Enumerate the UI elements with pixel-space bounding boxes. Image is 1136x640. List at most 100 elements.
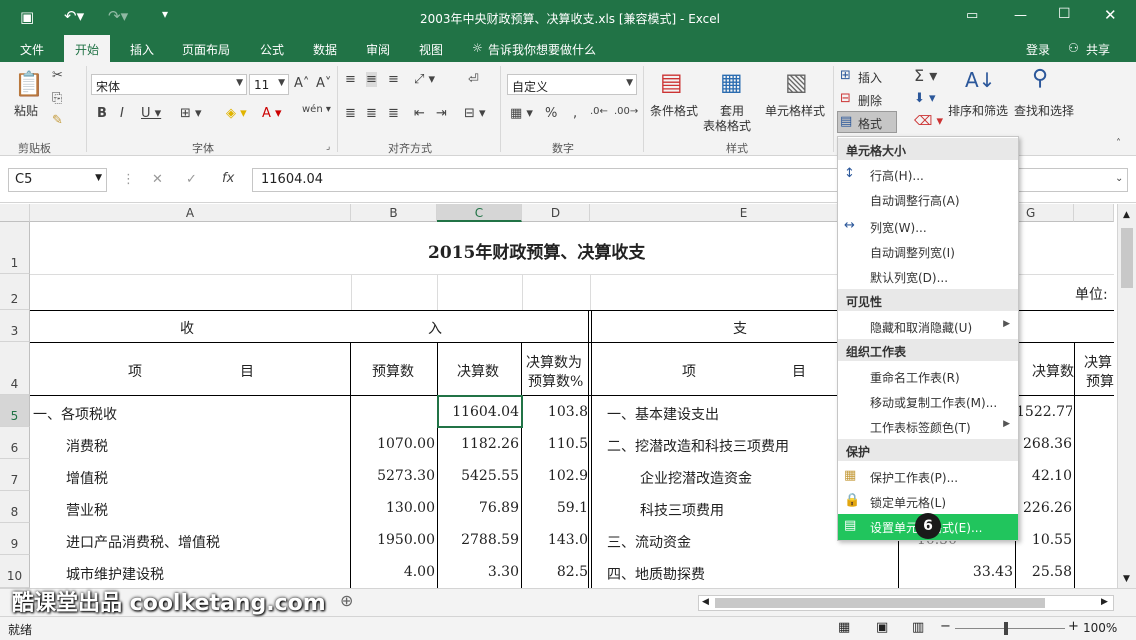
scroll-thumb[interactable] (715, 598, 1045, 608)
page-layout-view-icon[interactable]: ▣ (876, 620, 888, 635)
scroll-down-icon[interactable]: ▼ (1123, 574, 1130, 584)
conditional-format-icon[interactable]: ▤ (660, 68, 683, 96)
font-color-icon[interactable]: A ▾ (262, 106, 282, 121)
protect-sheet-item[interactable]: ▦ 保护工作表(P)... (838, 464, 1018, 488)
select-all-corner[interactable] (0, 204, 30, 222)
align-bottom-icon[interactable]: ≡ (388, 72, 399, 87)
sort-filter-icon[interactable]: A↓ (965, 68, 995, 92)
zoom-slider[interactable] (955, 628, 1065, 629)
zoom-in-icon[interactable]: + (1068, 619, 1079, 634)
row-height-item[interactable]: ↕ 行高(H)... (838, 162, 1018, 186)
align-center-icon[interactable]: ≣ (366, 106, 377, 121)
delete-cells-button[interactable]: 删除 (858, 92, 882, 109)
decrease-indent-icon[interactable]: ⇤ (414, 106, 425, 121)
delete-cells-icon[interactable]: ⊟ (840, 91, 851, 106)
row-header-7[interactable]: 7 (0, 459, 30, 491)
align-right-icon[interactable]: ≣ (388, 106, 399, 121)
tab-formulas[interactable]: 公式 (260, 41, 284, 58)
increase-indent-icon[interactable]: ⇥ (436, 106, 447, 121)
percent-icon[interactable]: % (545, 106, 557, 121)
share-button[interactable]: 共享 (1086, 41, 1110, 58)
tab-data[interactable]: 数据 (313, 41, 337, 58)
tab-insert[interactable]: 插入 (130, 41, 154, 58)
orientation-icon[interactable]: ⤢ ▾ (414, 72, 435, 87)
close-icon[interactable]: ✕ (1104, 6, 1117, 24)
zoom-out-icon[interactable]: − (940, 619, 951, 634)
tab-page-layout[interactable]: 页面布局 (182, 41, 230, 58)
decrease-decimal-icon[interactable]: .00→ (614, 106, 638, 117)
accounting-icon[interactable]: ▦ ▾ (510, 106, 533, 121)
format-icon[interactable]: ▤ (840, 114, 852, 129)
column-header-d[interactable]: D (522, 204, 590, 222)
cell-styles-icon[interactable]: ▧ (785, 68, 808, 96)
hide-unhide-item[interactable]: 隐藏和取消隐藏(U) ▶ (838, 314, 1018, 338)
tab-view[interactable]: 视图 (419, 41, 443, 58)
comma-icon[interactable]: , (573, 106, 577, 121)
row-header-3[interactable]: 3 (0, 310, 30, 342)
customize-qat-icon[interactable]: ▾ (162, 7, 168, 21)
scroll-thumb[interactable] (1121, 228, 1133, 288)
find-select-button[interactable]: 查找和选择 (1014, 102, 1074, 119)
row-header-5[interactable]: 5 (0, 395, 30, 427)
undo-icon[interactable]: ↶▾ (64, 7, 84, 25)
tab-file[interactable]: 文件 (20, 41, 44, 58)
save-icon[interactable]: ▣ (20, 8, 34, 26)
ribbon-display-icon[interactable]: ▭ (966, 8, 978, 23)
align-middle-icon[interactable]: ≡ (366, 72, 377, 87)
maximize-icon[interactable]: ☐ (1058, 6, 1071, 22)
tab-review[interactable]: 审阅 (366, 41, 390, 58)
horizontal-scrollbar[interactable]: ◀ ▶ (698, 595, 1114, 611)
bold-icon[interactable]: B (97, 106, 107, 121)
wrap-text-icon[interactable]: ⏎ (468, 72, 479, 87)
fill-icon[interactable]: ⬇ ▾ (914, 91, 936, 106)
fill-color-icon[interactable]: ◈ ▾ (226, 106, 247, 121)
default-width-item[interactable]: 默认列宽(D)... (838, 264, 1018, 288)
align-top-icon[interactable]: ≡ (345, 72, 356, 87)
table-format-button-2[interactable]: 表格格式 (703, 117, 751, 134)
cancel-icon[interactable]: ✕ (152, 172, 163, 187)
tab-color-item[interactable]: 工作表标签颜色(T) ▶ (838, 414, 1018, 438)
number-format-select[interactable]: 自定义 ▼ (507, 74, 637, 95)
row-header-4[interactable]: 4 (0, 342, 30, 395)
zoom-level[interactable]: 100% (1083, 621, 1117, 635)
enter-icon[interactable]: ✓ (186, 172, 197, 187)
vertical-scrollbar[interactable]: ▲ ▼ (1117, 204, 1136, 588)
format-painter-icon[interactable]: ✎ (52, 113, 63, 128)
scroll-up-icon[interactable]: ▲ (1123, 210, 1130, 220)
minimize-icon[interactable]: — (1014, 8, 1027, 23)
normal-view-icon[interactable]: ▦ (838, 620, 850, 635)
move-copy-sheet-item[interactable]: 移动或复制工作表(M)... (838, 389, 1018, 413)
clear-icon[interactable]: ⌫ ▾ (914, 114, 943, 129)
underline-icon[interactable]: U ▾ (141, 106, 161, 121)
sort-filter-button[interactable]: 排序和筛选 (948, 102, 1008, 119)
add-sheet-icon[interactable]: ⊕ (340, 591, 353, 610)
row-header-6[interactable]: 6 (0, 427, 30, 459)
paste-label[interactable]: 粘贴 (14, 102, 38, 119)
row-header-9[interactable]: 9 (0, 523, 30, 555)
format-button[interactable]: 格式 (858, 115, 882, 132)
cell-styles-button[interactable]: 单元格样式 (765, 102, 825, 119)
conditional-format-button[interactable]: 条件格式 (650, 102, 698, 119)
scroll-right-icon[interactable]: ▶ (1101, 597, 1108, 607)
autosum-icon[interactable]: Σ ▾ (914, 66, 937, 85)
dialog-launcher-icon[interactable]: ⌟ (326, 142, 330, 152)
increase-font-icon[interactable]: A˄ (294, 76, 309, 91)
expand-formula-icon[interactable]: ⌄ (1115, 173, 1123, 184)
zoom-slider-thumb[interactable] (1004, 622, 1008, 635)
copy-icon[interactable]: ⎘ (52, 91, 62, 106)
table-format-icon[interactable]: ▦ (720, 68, 743, 96)
autofit-column-item[interactable]: 自动调整列宽(I) (838, 239, 1018, 263)
italic-icon[interactable]: I (120, 106, 124, 121)
column-header-c[interactable]: C (437, 204, 522, 222)
tab-home[interactable]: 开始 (64, 35, 111, 62)
cut-icon[interactable]: ✂ (52, 68, 63, 83)
merge-center-icon[interactable]: ⊟ ▾ (464, 106, 486, 121)
insert-cells-icon[interactable]: ⊞ (840, 68, 851, 83)
column-header-h[interactable] (1074, 204, 1114, 222)
row-header-8[interactable]: 8 (0, 491, 30, 523)
font-size-select[interactable]: 11 ▼ (249, 74, 289, 95)
autofit-row-item[interactable]: 自动调整行高(A) (838, 187, 1018, 211)
rename-sheet-item[interactable]: 重命名工作表(R) (838, 364, 1018, 388)
tell-me-box[interactable]: 告诉我你想要做什么 (488, 41, 596, 58)
align-left-icon[interactable]: ≣ (345, 106, 356, 121)
